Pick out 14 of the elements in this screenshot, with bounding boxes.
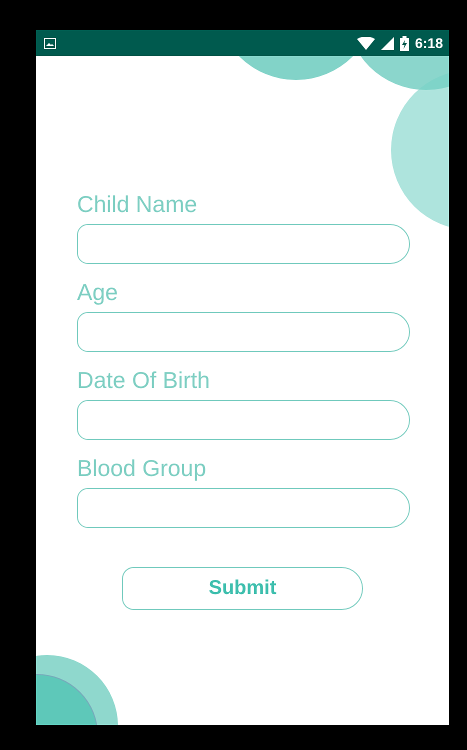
- battery-icon: [400, 36, 409, 50]
- input-field[interactable]: [77, 400, 410, 440]
- image-icon: [44, 38, 56, 48]
- status-time: 6:18: [414, 35, 443, 51]
- submit-button[interactable]: Submit: [122, 567, 363, 610]
- input-field[interactable]: [77, 224, 410, 264]
- field-label: Date Of Birth: [77, 367, 211, 393]
- field-label: Child Name: [77, 191, 198, 217]
- input-field[interactable]: [77, 312, 410, 352]
- field-label: Blood Group: [77, 455, 208, 481]
- signal-icon: [380, 36, 394, 50]
- wifi-icon: [356, 36, 375, 50]
- field-label: Age: [77, 279, 119, 305]
- input-field[interactable]: [77, 488, 410, 528]
